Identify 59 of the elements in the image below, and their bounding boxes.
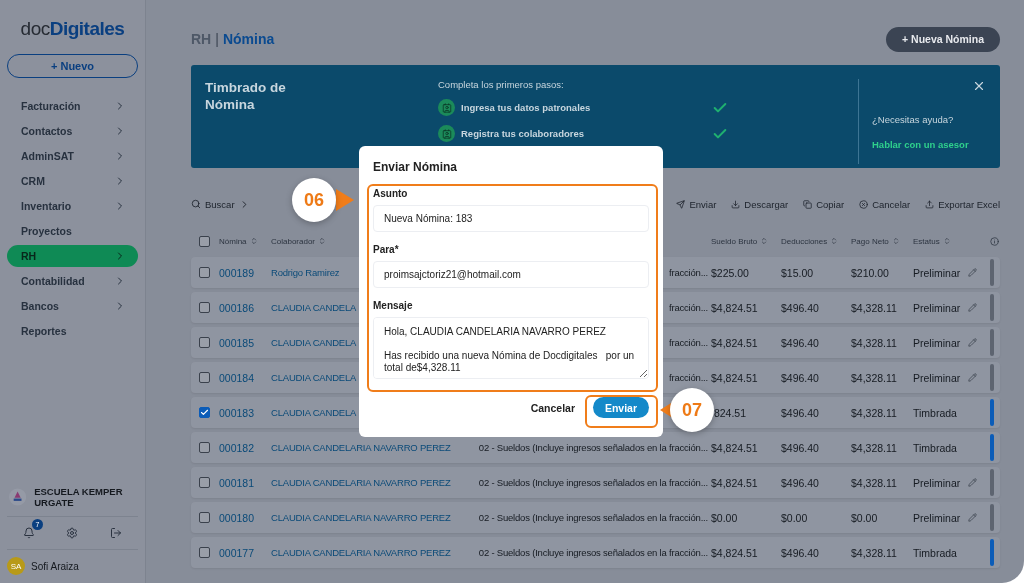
- status-text: Preliminar: [913, 476, 961, 489]
- logo: docDigitales: [19, 18, 126, 40]
- table-cell: $4,824.51: [711, 441, 758, 454]
- step-label: Registra tus colaboradores: [461, 128, 585, 139]
- table-cell: 02 - Sueldos (Incluye ingresos señalados en la fracción...: [478, 512, 708, 523]
- table-cell: $15.00: [781, 266, 814, 279]
- status-text: Preliminar: [913, 511, 961, 524]
- table-cell: fracción...: [669, 372, 708, 383]
- table-cell: $496.40: [781, 546, 819, 559]
- table-cell: $4,824.51: [711, 371, 758, 384]
- status-text: Timbrada: [913, 406, 957, 419]
- status-text: Preliminar: [913, 301, 961, 314]
- table-cell: $496.40: [781, 441, 819, 454]
- field-label: Para*: [373, 244, 400, 255]
- steps-title: Completa los primeros pasos:: [438, 79, 565, 90]
- table-cell: $496.40: [781, 371, 819, 384]
- table-cell: $4,824.51: [711, 476, 758, 489]
- status-text: Preliminar: [913, 266, 961, 279]
- field-label: Mensaje: [373, 300, 414, 311]
- table-cell: $496.40: [781, 301, 819, 314]
- page-title: Nómina: [222, 31, 275, 47]
- table-cell: fracción...: [669, 302, 708, 313]
- table-cell: $496.40: [781, 406, 819, 419]
- table-cell: $225.00: [711, 266, 749, 279]
- company-name: ESCUELA KEMPER URGATE: [34, 486, 124, 508]
- table-cell: fracción...: [669, 337, 708, 348]
- table-cell: $0.00: [781, 511, 808, 524]
- table-cell: $4,328.11: [851, 441, 897, 454]
- status-text: Preliminar: [913, 336, 961, 349]
- table-cell: $496.40: [781, 336, 819, 349]
- status-text: Timbrada: [913, 546, 957, 559]
- table-cell: $210.00: [851, 266, 889, 279]
- table-cell: $4,328.11: [851, 546, 897, 559]
- dialog-title: Enviar Nómina: [373, 160, 459, 176]
- field-label: Asunto: [373, 188, 409, 199]
- table-cell: $4,824.51: [711, 546, 758, 559]
- banner-title: Timbrado de Nómina: [205, 79, 287, 114]
- table-cell: $496.40: [781, 476, 819, 489]
- table-cell: $4,328.11: [851, 336, 897, 349]
- status-text: Timbrada: [913, 441, 957, 454]
- table-cell: 02 - Sueldos (Incluye ingresos señalados en la fracción...: [478, 442, 708, 453]
- help-text: ¿Necesitas ayuda?: [872, 114, 954, 125]
- table-cell: $4,824.51: [711, 301, 758, 314]
- table-cell: 02 - Sueldos (Incluye ingresos señalados en la fracción...: [478, 477, 708, 488]
- step-callout: 06: [292, 178, 336, 222]
- table-cell: $4,328.11: [851, 406, 897, 419]
- breadcrumb-separator: |: [215, 31, 219, 47]
- user-name: Sofi Araiza: [31, 560, 79, 572]
- table-cell: $4,824.51: [711, 336, 758, 349]
- table-cell: fracción...: [669, 267, 708, 278]
- user-avatar: SA: [7, 557, 25, 575]
- step-label: Ingresa tus datos patronales: [461, 102, 592, 113]
- table-cell: $4,328.11: [851, 371, 897, 384]
- table-cell: $4,328.11: [851, 476, 897, 489]
- table-cell: $0.00: [711, 511, 738, 524]
- table-cell: $0.00: [851, 511, 878, 524]
- table-cell: 02 - Sueldos (Incluye ingresos señalados en la fracción...: [478, 547, 708, 558]
- table-cell: $4,328.11: [851, 301, 897, 314]
- status-text: Preliminar: [913, 371, 961, 384]
